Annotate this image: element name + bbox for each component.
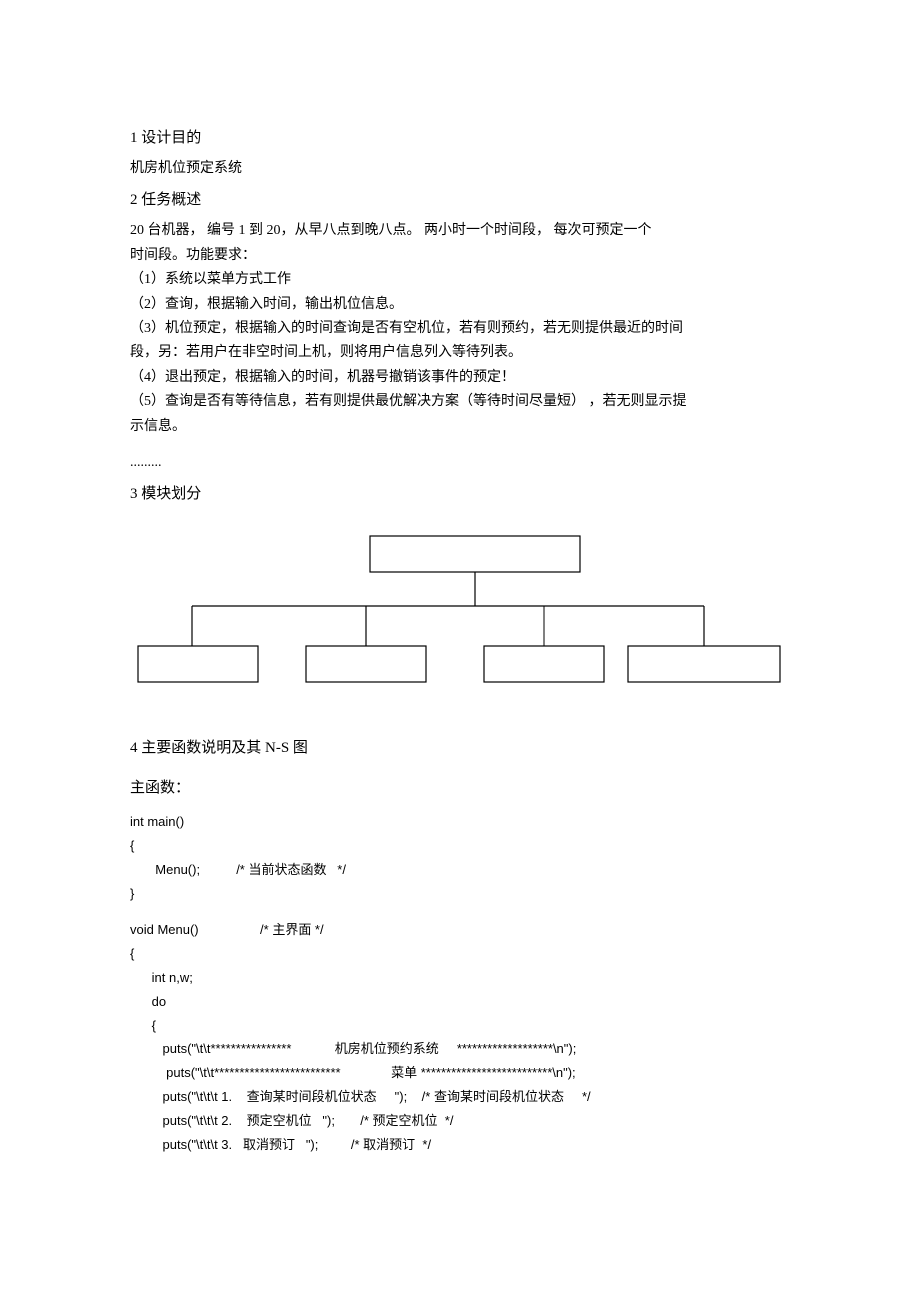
req-item-5a: （5）查询是否有等待信息，若有则提供最优解决方案（等待时间尽量短） ，若无则显示…: [130, 391, 790, 413]
code-line: {: [130, 836, 790, 857]
code-line: }: [130, 884, 790, 905]
code-line: puts("\t\t\t 1. 查询某时间段机位状态 "); /* 查询某时间段…: [130, 1087, 790, 1108]
code-line: int main(): [130, 812, 790, 833]
module-diagram: [130, 528, 790, 708]
section-2-lead2: 时间段。功能要求：: [130, 245, 790, 267]
section-4-title: 4 主要函数说明及其 N-S 图: [130, 736, 790, 760]
req-item-4: （4）退出预定，根据输入的时间，机器号撤销该事件的预定！: [130, 367, 790, 389]
code-line: puts("\t\t**************** 机房机位预约系统 ****…: [130, 1039, 790, 1060]
code-line: int n,w;: [130, 968, 790, 989]
code-line: puts("\t\t\t 2. 预定空机位 "); /* 预定空机位 */: [130, 1111, 790, 1132]
main-function-label: 主函数：: [130, 776, 790, 800]
code-line: puts("\t\t************************* 菜单 *…: [130, 1063, 790, 1084]
document-page: 1 设计目的 机房机位预定系统 2 任务概述 20 台机器， 编号 1 到 20…: [0, 0, 920, 1198]
req-item-3a: （3）机位预定，根据输入的时间查询是否有空机位，若有则预约，若无则提供最近的时间: [130, 318, 790, 340]
code-line: void Menu() /* 主界面 */: [130, 920, 790, 941]
section-2-lead: 20 台机器， 编号 1 到 20，从早八点到晚八点。 两小时一个时间段， 每次…: [130, 220, 790, 242]
section-2-title: 2 任务概述: [130, 188, 790, 212]
req-item-3b: 段，另：若用户在非空时间上机，则将用户信息列入等待列表。: [130, 342, 790, 364]
code-line: Menu(); /* 当前状态函数 */: [130, 860, 790, 881]
code-line: {: [130, 944, 790, 965]
req-item-5b: 示信息。: [130, 416, 790, 438]
code-line: {: [130, 1016, 790, 1037]
section-1-content: 机房机位预定系统: [130, 158, 790, 180]
req-item-2: （2）查询，根据输入时间，输出机位信息。: [130, 294, 790, 316]
section-3-title: 3 模块划分: [130, 482, 790, 506]
code-line: puts("\t\t\t 3. 取消预订 "); /* 取消预订 */: [130, 1135, 790, 1156]
section-1-title: 1 设计目的: [130, 126, 790, 150]
req-item-1: （1）系统以菜单方式工作: [130, 269, 790, 291]
code-line: do: [130, 992, 790, 1013]
ellipsis-dots: .........: [130, 452, 790, 474]
